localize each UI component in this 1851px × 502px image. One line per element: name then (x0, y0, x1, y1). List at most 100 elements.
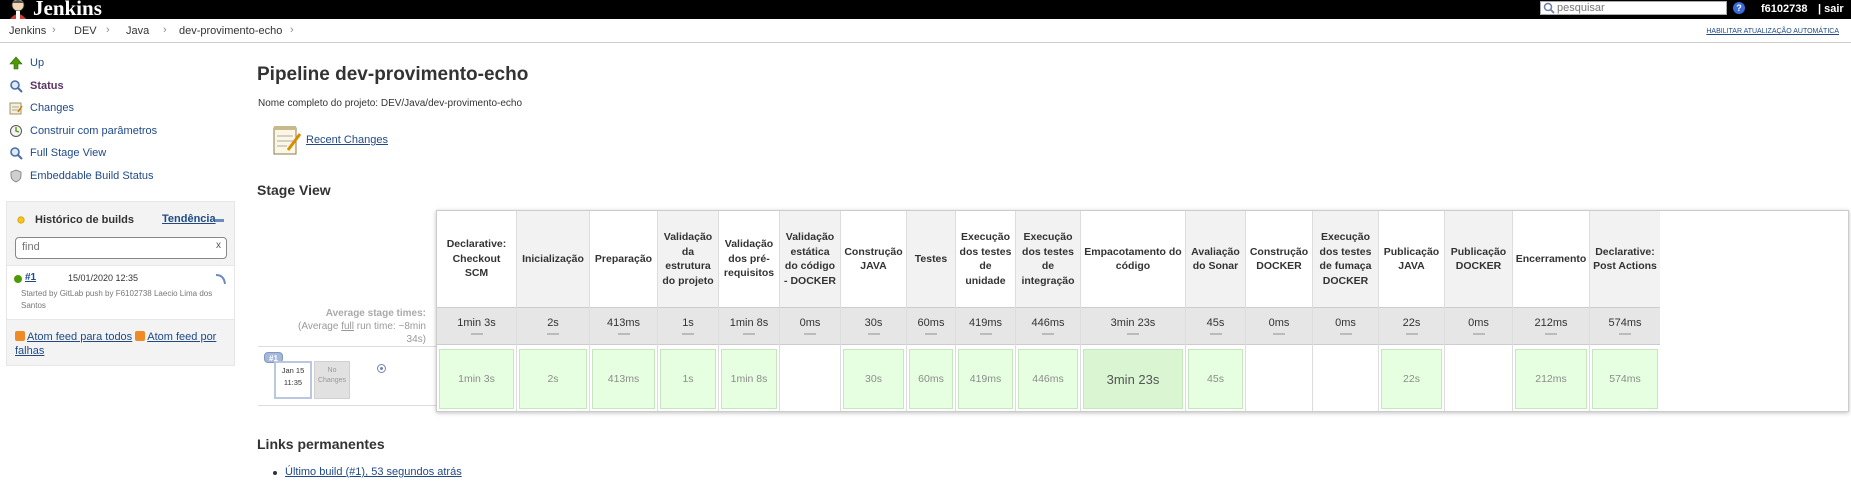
stage-run-cell[interactable]: 212ms (1515, 349, 1587, 409)
stage-run-cell[interactable] (1447, 349, 1510, 409)
stage-average-time: 446ms (1016, 307, 1080, 345)
summary-prefix: (Average (298, 321, 342, 332)
help-icon[interactable]: ? (1733, 2, 1745, 14)
task-label[interactable]: Construir com parâmetros (30, 125, 157, 137)
stage-header: Validação estática do código - DOCKER (780, 211, 840, 307)
build-filter[interactable]: x (15, 237, 227, 259)
stage-run-cell[interactable]: 574ms (1592, 349, 1658, 409)
run-info-icon[interactable] (377, 364, 386, 373)
clear-filter-icon[interactable]: x (216, 240, 221, 251)
search-box[interactable] (1540, 1, 1727, 15)
atom-feed-all-link[interactable]: Atom feed para todos (27, 331, 132, 343)
page-title: Pipeline dev-provimento-echo (257, 64, 529, 85)
task-label[interactable]: Embeddable Build Status (30, 170, 154, 182)
run-date-box[interactable]: Jan 15 11:35 (274, 361, 312, 399)
collapse-icon[interactable] (215, 219, 224, 222)
build-filter-input[interactable] (22, 238, 207, 256)
stage-column: Publicação JAVA 22s 22s (1379, 211, 1445, 411)
average-time-bar (1273, 333, 1285, 335)
task-label[interactable]: Full Stage View (30, 147, 106, 159)
recent-changes-link[interactable]: Recent Changes (306, 134, 388, 146)
stage-run-cell[interactable]: 413ms (592, 349, 655, 409)
stage-run-cell[interactable] (1315, 349, 1376, 409)
stage-column: Execução dos testes de integração 446ms 44… (1016, 211, 1081, 411)
stage-run-cell[interactable]: 22s (1381, 349, 1442, 409)
notepad-icon (8, 100, 24, 116)
stage-column: Encerramento 212ms 212ms (1513, 211, 1590, 411)
task-up[interactable]: Up (8, 52, 233, 75)
build-date-link[interactable]: 15/01/2020 12:35 (68, 273, 138, 283)
stage-run-cell[interactable]: 1min 3s (439, 349, 514, 409)
summary-full-link[interactable]: full (341, 321, 354, 332)
stage-column: Declarative: Post Actions 574ms 574ms (1590, 211, 1660, 411)
average-time-bar (1545, 333, 1557, 335)
search-icon (8, 145, 24, 161)
butler-icon (10, 0, 26, 19)
task-full-stage-view[interactable]: Full Stage View (8, 142, 233, 165)
stage-run-cell[interactable]: 1min 8s (721, 349, 777, 409)
stage-header: Empacotamento do código (1084, 245, 1182, 273)
average-time-bar (1042, 333, 1054, 335)
stage-run-cell[interactable] (1248, 349, 1310, 409)
average-time-bar (1472, 333, 1485, 335)
average-time-value: 0ms (1468, 317, 1489, 329)
weather-sun-icon (17, 216, 25, 224)
average-time-value: 1min 8s (729, 317, 769, 329)
task-embeddable-build-status[interactable]: Embeddable Build Status (8, 165, 233, 188)
stage-run-cell[interactable]: 2s (519, 349, 587, 409)
jenkins-logo[interactable]: Jenkins (6, 0, 102, 19)
stage-column: Execução dos testes de fumaça DOCKER 0ms (1313, 211, 1379, 411)
console-progress-icon[interactable] (213, 272, 227, 286)
task-build-with-parameters[interactable]: Construir com parâmetros (8, 120, 233, 143)
stage-run-cell[interactable]: 1s (660, 349, 716, 409)
stage-run-cell[interactable] (782, 349, 838, 409)
average-time-value: 45s (1206, 317, 1225, 329)
stage-header: Execução dos testes de fumaça DOCKER (1313, 211, 1378, 307)
breadcrumb-separator[interactable]: › (290, 24, 294, 36)
stage-run-cell[interactable]: 30s (843, 349, 904, 409)
trend-link[interactable]: Tendência (162, 213, 216, 225)
up-arrow-icon (8, 55, 24, 71)
average-time-value: 1s (682, 317, 694, 329)
stage-header: Preparação (594, 252, 653, 265)
auto-refresh-link[interactable]: HABILITAR ATUALIZAÇÃO AUTOMÁTICA (1706, 28, 1839, 35)
average-times-summary: Average stage times: (Average full run t… (258, 307, 426, 346)
average-time-value: 22s (1402, 317, 1421, 329)
build-history-header: Histórico de builds Tendência (15, 210, 227, 230)
task-status[interactable]: Status (8, 75, 233, 98)
stage-average-time: 45s (1186, 307, 1245, 345)
task-changes[interactable]: Changes (8, 97, 233, 120)
average-time-value: 3min 23s (1110, 317, 1156, 329)
stage-average-time: 413ms (590, 307, 657, 345)
permalink-last-build[interactable]: Último build (#1), 53 segundos atrás (285, 466, 462, 478)
stage-header: Testes (907, 211, 955, 307)
breadcrumb-separator: › (52, 24, 56, 36)
stage-column: Testes 60ms 60ms (907, 211, 956, 411)
breadcrumb-java[interactable]: Java (126, 25, 149, 37)
search-input[interactable] (1555, 2, 1720, 14)
stage-header: Publicação JAVA (1383, 245, 1440, 273)
stage-run-cell[interactable]: 419ms (958, 349, 1013, 409)
stage-average-time: 3min 23s (1081, 307, 1185, 345)
breadcrumb-job[interactable]: dev-provimento-echo (179, 25, 282, 37)
task-label[interactable]: Status (30, 80, 64, 92)
stage-run-cell[interactable]: 45s (1188, 349, 1243, 409)
breadcrumb-dev[interactable]: DEV (74, 25, 97, 37)
average-time-value: 30s (864, 317, 883, 329)
task-label[interactable]: Changes (30, 102, 74, 114)
stage-run-cell[interactable]: 446ms (1018, 349, 1078, 409)
stage-average-time: 60ms (907, 307, 955, 345)
average-time-value: 60ms (917, 317, 945, 329)
stage-run-cell[interactable]: 3min 23s (1083, 349, 1183, 409)
user-link[interactable]: f6102738 (1761, 3, 1808, 15)
breadcrumb-jenkins[interactable]: Jenkins (9, 25, 46, 37)
average-time-bar (867, 333, 880, 335)
stage-run-cell[interactable]: 60ms (909, 349, 953, 409)
stage-average-time: 0ms (1445, 307, 1512, 345)
build-number-link[interactable]: #1 (25, 272, 36, 283)
summary-suffix: run time: ~8min (354, 321, 426, 332)
logout-link[interactable]: | sair (1818, 3, 1844, 15)
stage-view-title: Stage View (257, 182, 331, 198)
task-label[interactable]: Up (30, 57, 44, 69)
average-time-value: 574ms (1608, 317, 1642, 329)
